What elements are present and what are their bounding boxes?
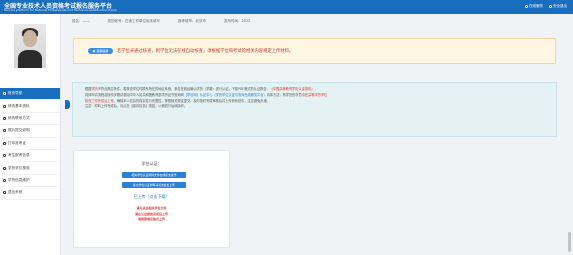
info-name: 姓名：—— [72, 18, 90, 23]
edit-icon [3, 104, 6, 108]
sidebar-item-home[interactable]: 首页导航 [0, 88, 60, 101]
online-service-label: 在线服务 [529, 4, 543, 8]
uploaded-download-link[interactable]: 已上传（点击下载） [74, 194, 229, 200]
notice-badge-label: 温馨提醒 [96, 49, 109, 53]
sidebar-item-photo[interactable]: 照片提交说明 [0, 125, 60, 138]
notice-banner: ● 温馨提醒 若学位未通过核查，则学位无法在线自动核查，须根据学位和考试的相关内… [73, 38, 556, 64]
sidebar-item-degree-maint[interactable]: 学历信息维护 [0, 175, 60, 188]
sidebar-item-edit-profile[interactable]: 修改基本资料 [0, 100, 60, 113]
sidebar-item-label: 学历学位核验 [8, 165, 30, 170]
info-date: 发布时间：2022 [224, 18, 251, 23]
scrollbar-thumb[interactable] [568, 232, 571, 252]
notice-badge: ● 温馨提醒 [88, 48, 113, 54]
user-icon [549, 5, 552, 8]
logout-link[interactable]: 安全退出 [549, 4, 567, 9]
logout-label: 安全退出 [553, 4, 567, 8]
user-info-bar: 姓名：—— 您的帐号：在读工作单位尚未填写 报考城市：北京市 发布时间：2022 [72, 16, 556, 26]
sidebar-menu: 首页导航 修改基本资料 修改联系方式 照片提交说明 打印准考证 考生报考信息 学… [0, 88, 60, 200]
sidebar-item-label: 修改联系方式 [8, 115, 30, 120]
info-exam: 报考城市：北京市 [178, 18, 206, 23]
phone-icon [3, 116, 6, 120]
info-account: 您的帐号：在读工作单位尚未填写 [107, 18, 161, 23]
degree-upload-button[interactable]: 提交学位认证材料请点击此处上传 [122, 182, 186, 188]
degree-online-submit-button[interactable]: 相关学位认证材料文件在线提交操作 [122, 172, 186, 178]
header-links: 在线服务 安全退出 [525, 4, 567, 9]
degree-label: 学位认证： [141, 161, 162, 166]
sidebar-item-print-ticket[interactable]: 打印准考证 [0, 138, 60, 150]
sidebar-item-label: 退出系统 [8, 190, 23, 195]
sidebar-item-label: 考生报考信息 [8, 153, 30, 158]
info-icon [3, 154, 6, 158]
database-icon [3, 178, 6, 182]
photo-icon [3, 129, 6, 133]
sidebar-item-label: 打印准考证 [8, 140, 26, 145]
sidebar-item-logout[interactable]: 退出系统 [0, 187, 60, 200]
sidebar-item-degree-verify[interactable]: 学历学位核验 [0, 162, 60, 175]
online-service-link[interactable]: 在线服务 [525, 4, 543, 9]
sidebar-item-edit-contact[interactable]: 修改联系方式 [0, 113, 60, 126]
sidebar-item-exam-info[interactable]: 考生报考信息 [0, 150, 60, 163]
xuexin-link[interactable]: 【学信网】认证中心（学历学位认证与查询在线服务平台） [184, 93, 267, 97]
notice-text: 若学位未通过核查，则学位无法在线自动核查，须根据学位和考试的相关内容规定上传材料… [117, 49, 294, 54]
site-subtitle: Service platform for National Profession… [4, 8, 117, 12]
sidebar-item-label: 学历信息维护 [8, 177, 30, 182]
top-header: 全国专业技术人员资格考试报名服务平台 Service platform for … [0, 0, 573, 14]
degree-icon [3, 166, 6, 170]
avatar [14, 24, 46, 68]
sidebar-item-label: 照片提交说明 [8, 128, 30, 133]
print-icon [3, 141, 6, 145]
logout-icon [3, 191, 6, 195]
bell-icon: ● [92, 49, 96, 53]
upload-notes: 请先点击相关学位文件 请在认证报告完成后上传 请按照规定格式上传 [134, 206, 168, 221]
instructions-panel: 根据学历不符合报名条件，若核查学位时联系所在的地区系统，参见在线经确认学历（学籍… [72, 82, 557, 137]
sidebar-item-label: 修改基本资料 [8, 103, 30, 108]
instruction-line-4: 注意：材料上传完成后，请点击【保存信息】按钮，以便进行后续操作。 [85, 104, 187, 109]
sidebar: 首页导航 修改基本资料 修改联系方式 照片提交说明 打印准考证 考生报考信息 学… [0, 14, 61, 255]
sidebar-item-label: 首页导航 [8, 91, 23, 96]
sidebar-collapse-handle[interactable] [65, 100, 70, 109]
degree-upload-panel: 学位认证： 相关学位认证材料文件在线提交操作 提交学位认证材料请点击此处上传 已… [73, 150, 230, 248]
home-icon [3, 92, 6, 96]
scrollbar-track [567, 14, 572, 255]
home-icon [525, 5, 528, 8]
